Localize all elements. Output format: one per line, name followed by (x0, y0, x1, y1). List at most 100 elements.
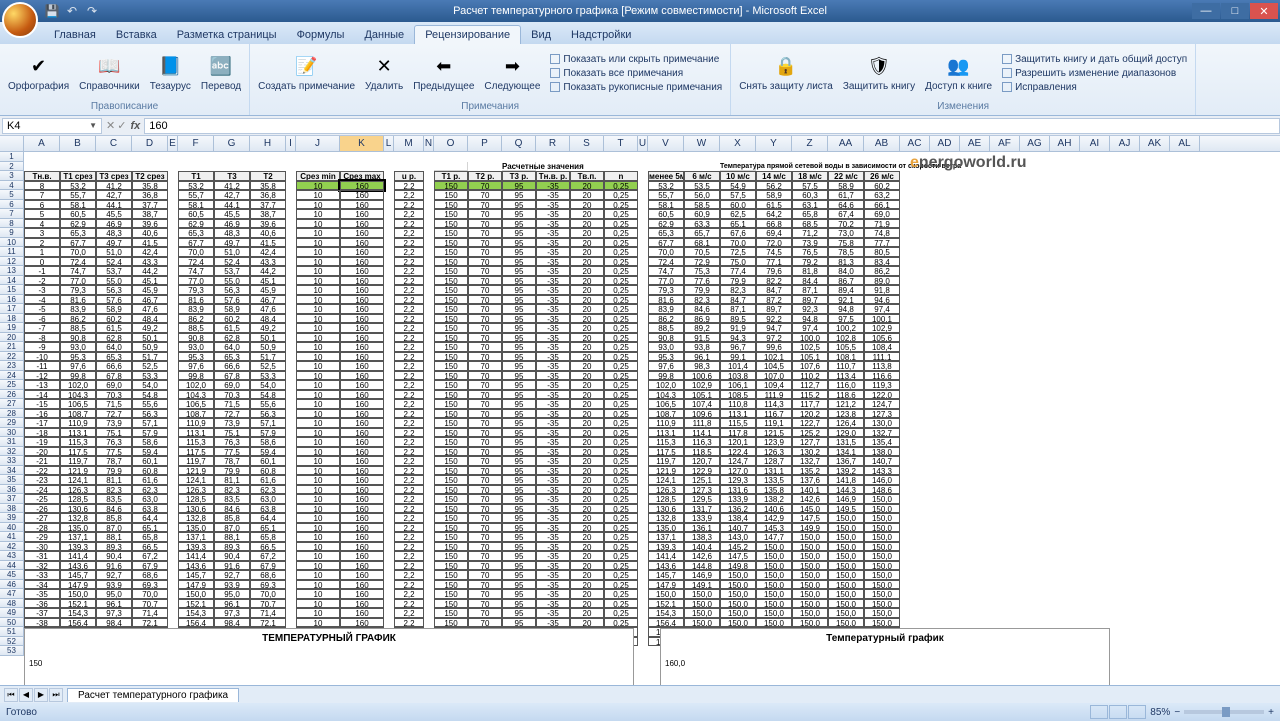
cell[interactable]: 0,25 (604, 589, 638, 599)
cell[interactable]: 95 (502, 513, 536, 523)
cell[interactable]: 150,0 (792, 608, 828, 618)
cell[interactable]: 84,6 (214, 504, 250, 514)
cell[interactable]: 150 (434, 599, 468, 609)
cell[interactable]: 138,2 (756, 494, 792, 504)
cell[interactable]: 60,2 (96, 314, 132, 324)
cell[interactable] (286, 342, 296, 352)
cell[interactable]: 58,5 (684, 200, 720, 210)
col-header-C[interactable]: C (96, 136, 132, 151)
cell[interactable]: 10 (296, 219, 340, 229)
cell[interactable] (1140, 608, 1170, 618)
cell[interactable] (1140, 513, 1170, 523)
cell[interactable] (756, 152, 792, 162)
cell[interactable] (1080, 513, 1110, 523)
cell[interactable]: 114,3 (756, 399, 792, 409)
cell[interactable]: 0,25 (604, 599, 638, 609)
col-header-AI[interactable]: AI (1080, 136, 1110, 151)
cell[interactable]: 60,0 (720, 200, 756, 210)
cell[interactable]: 70 (468, 352, 502, 362)
cell[interactable] (286, 428, 296, 438)
cell[interactable] (1080, 542, 1110, 552)
cell[interactable] (1170, 485, 1200, 495)
cell[interactable]: 95 (502, 257, 536, 267)
cell[interactable]: 55,7 (648, 190, 684, 200)
cell[interactable]: 2,2 (394, 409, 424, 419)
cell[interactable]: 122,4 (720, 447, 756, 457)
cell[interactable]: 68,6 (132, 570, 168, 580)
cell[interactable] (60, 152, 96, 162)
cell[interactable]: 56,0 (684, 190, 720, 200)
cell[interactable]: -35 (536, 247, 570, 257)
cell[interactable]: 130,0 (864, 418, 900, 428)
cell[interactable] (1080, 276, 1110, 286)
cell[interactable] (930, 399, 960, 409)
cell[interactable]: 117,5 (60, 447, 96, 457)
cell[interactable]: 2,2 (394, 228, 424, 238)
col-header-W[interactable]: W (684, 136, 720, 151)
cell[interactable] (424, 551, 434, 561)
cell[interactable] (1110, 437, 1140, 447)
cell[interactable] (638, 428, 648, 438)
cell[interactable] (384, 304, 394, 314)
cell[interactable]: 10 (296, 532, 340, 542)
row-header[interactable]: 38 (0, 504, 24, 514)
cell[interactable]: 0,25 (604, 333, 638, 343)
cell[interactable]: Расчетные значения (502, 162, 536, 172)
cell[interactable] (168, 580, 178, 590)
cell[interactable]: 63,0 (132, 494, 168, 504)
cell[interactable]: 75,1 (214, 428, 250, 438)
cell[interactable]: 1 (24, 247, 60, 257)
cell[interactable] (900, 532, 930, 542)
cell[interactable] (1170, 295, 1200, 305)
cell[interactable]: 2,2 (394, 580, 424, 590)
cell[interactable]: 75,3 (684, 266, 720, 276)
cell[interactable]: 20 (570, 523, 604, 533)
cell[interactable]: 60,3 (792, 190, 828, 200)
cell[interactable] (990, 580, 1020, 590)
cell[interactable] (1170, 532, 1200, 542)
cell[interactable]: 77,5 (96, 447, 132, 457)
cell[interactable]: 61,7 (828, 190, 864, 200)
cell[interactable]: 41,2 (214, 181, 250, 191)
cell[interactable]: 140,7 (720, 523, 756, 533)
cell[interactable] (1170, 418, 1200, 428)
ribbon-tab-3[interactable]: Формулы (287, 26, 355, 44)
cell[interactable]: 127,7 (792, 437, 828, 447)
cell[interactable]: 54,0 (132, 380, 168, 390)
cell[interactable] (1020, 371, 1050, 381)
cell[interactable]: 160 (340, 542, 384, 552)
cell[interactable]: 20 (570, 266, 604, 276)
cell[interactable]: 70 (468, 513, 502, 523)
cell[interactable]: 22 м/с (828, 171, 864, 181)
cell[interactable]: -14 (24, 390, 60, 400)
cell[interactable]: 70 (468, 589, 502, 599)
cell[interactable]: 10 (296, 618, 340, 628)
cell[interactable]: 0,25 (604, 399, 638, 409)
cell[interactable]: 40,6 (132, 228, 168, 238)
cell[interactable] (168, 333, 178, 343)
cell[interactable]: 86,2 (178, 314, 214, 324)
cell[interactable] (960, 295, 990, 305)
row-header[interactable]: 36 (0, 485, 24, 495)
cell[interactable]: 71,9 (864, 219, 900, 229)
cell[interactable]: 73,0 (828, 228, 864, 238)
cell[interactable] (424, 238, 434, 248)
row-header[interactable]: 14 (0, 276, 24, 286)
cell[interactable]: 0,25 (604, 608, 638, 618)
cell[interactable]: 55,6 (132, 399, 168, 409)
cell[interactable] (1140, 580, 1170, 590)
cell[interactable]: -35 (536, 314, 570, 324)
cell[interactable]: 150 (434, 475, 468, 485)
cell[interactable] (384, 551, 394, 561)
cell[interactable]: 2,2 (394, 466, 424, 476)
cell[interactable] (286, 380, 296, 390)
cell[interactable]: 2,2 (394, 399, 424, 409)
cell[interactable] (960, 276, 990, 286)
cell[interactable]: 160 (340, 447, 384, 457)
cell[interactable]: 10 (296, 456, 340, 466)
cell[interactable] (930, 361, 960, 371)
cell[interactable]: -6 (24, 314, 60, 324)
cell[interactable]: 150 (434, 380, 468, 390)
cell[interactable]: 20 (570, 219, 604, 229)
cell[interactable]: 72,5 (720, 247, 756, 257)
